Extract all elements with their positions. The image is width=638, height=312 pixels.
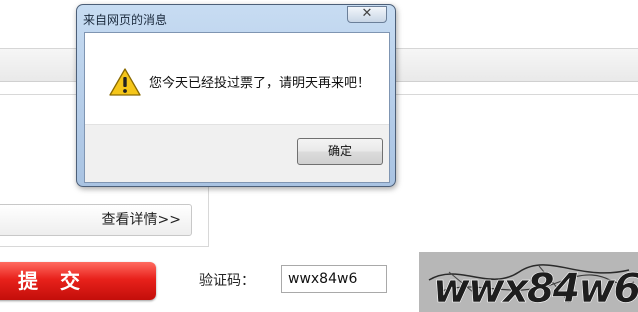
close-icon: ✕ [361, 6, 373, 21]
ok-button[interactable]: 确定 [297, 138, 383, 165]
captcha-input[interactable] [281, 265, 387, 293]
dialog-body: 您今天已经投过票了，请明天再来吧！ 确定 [84, 32, 390, 183]
warning-icon [109, 68, 141, 96]
dialog-message: 您今天已经投过票了，请明天再来吧！ [149, 76, 371, 91]
close-button[interactable]: ✕ [347, 6, 387, 23]
captcha-label: 验证码： [199, 273, 255, 289]
view-details-button[interactable]: 查看详情>> [0, 204, 192, 236]
captcha-text: wwx84w6 [433, 266, 638, 312]
captcha-image[interactable]: wwx84w6 [419, 252, 638, 312]
captcha-graphic: wwx84w6 [428, 264, 638, 312]
dialog-title: 来自网页的消息 [83, 13, 168, 27]
submit-button[interactable]: 提交 [0, 262, 156, 300]
message-dialog: 来自网页的消息 ✕ 您今天已经投过票了，请明天再来吧！ 确定 [76, 4, 396, 187]
